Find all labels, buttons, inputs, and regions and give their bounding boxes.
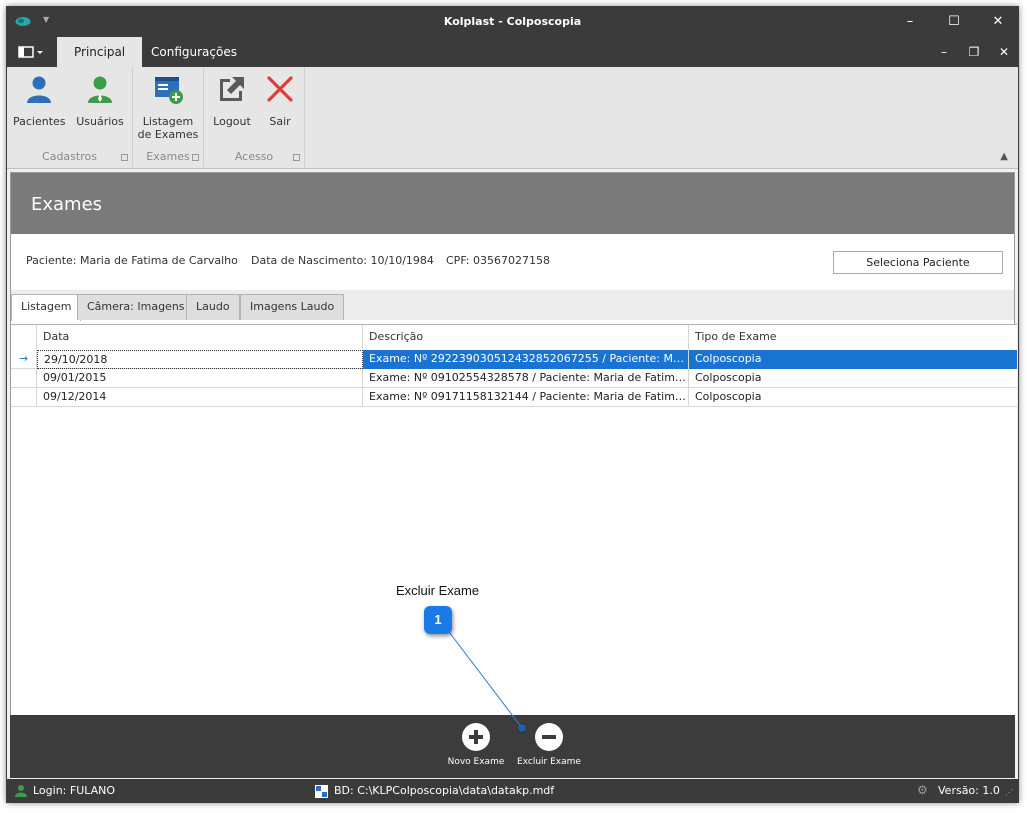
ribbon-tab-row: Principal Configurações – ❐ ✕ xyxy=(7,37,1018,67)
cell-data[interactable]: 29/10/2018 xyxy=(37,350,363,369)
ribbon-group-acesso: Logout Sair Acesso xyxy=(204,67,305,167)
select-patient-button[interactable]: Seleciona Paciente xyxy=(833,251,1003,274)
status-bar: Login: FULANO BD: C:\KLPColposcopia\data… xyxy=(7,779,1018,802)
database-icon xyxy=(315,785,328,798)
user-status-icon xyxy=(15,785,27,797)
ribbon-group-cadastros: Pacientes Usuários Cadastros xyxy=(7,67,133,167)
listagem-exames-button[interactable]: Listagem de Exames xyxy=(137,73,199,141)
exames-launcher-icon[interactable] xyxy=(192,154,199,161)
column-header-descricao[interactable]: Descrição xyxy=(363,325,689,349)
exam-list-add-icon xyxy=(155,77,183,104)
row-indicator-icon xyxy=(11,369,37,388)
window-title: Kolplast - Colposcopia xyxy=(443,15,582,28)
column-header-tipo[interactable]: Tipo de Exame xyxy=(689,325,1017,349)
ribbon: Pacientes Usuários Cadastros Listagem de… xyxy=(7,67,1018,169)
logout-icon xyxy=(220,77,244,101)
cell-tipo[interactable]: Colposcopia xyxy=(689,369,1017,388)
mdi-restore-button[interactable]: ❐ xyxy=(959,37,989,67)
exam-tabs: Listagem Câmera: Imagens Laudo Imagens L… xyxy=(11,290,1014,321)
listagem-exames-label: Listagem de Exames xyxy=(137,115,199,141)
row-indicator-icon xyxy=(11,388,37,407)
tab-imagens-laudo[interactable]: Imagens Laudo xyxy=(240,294,345,320)
cell-tipo[interactable]: Colposcopia xyxy=(689,388,1017,407)
row-indicator-icon: → xyxy=(11,350,37,369)
cadastros-launcher-icon[interactable] xyxy=(121,154,128,161)
maximize-button[interactable]: ☐ xyxy=(932,7,976,37)
gear-icon: ⚙ xyxy=(917,783,928,797)
table-row[interactable]: → 29/10/2018 Exame: Nº 29223903051243285… xyxy=(11,350,1017,369)
patient-birth-date: Data de Nascimento: 10/10/1984 xyxy=(251,254,434,267)
version-label: Versão: 1.0 xyxy=(938,784,1000,797)
ribbon-group-exames: Listagem de Exames Exames xyxy=(133,67,204,167)
tab-principal[interactable]: Principal xyxy=(57,37,143,67)
tab-laudo[interactable]: Laudo xyxy=(186,294,240,320)
close-red-icon xyxy=(267,76,293,102)
excluir-exame-button[interactable]: Excluir Exame xyxy=(516,723,582,767)
ribbon-collapse-icon[interactable]: ▲ xyxy=(1000,151,1008,162)
panel-header: Exames xyxy=(11,173,1014,234)
title-bar: ▼ Kolplast - Colposcopia – ☐ ✕ xyxy=(7,7,1018,37)
novo-exame-label: Novo Exame xyxy=(447,757,505,767)
login-status: Login: FULANO xyxy=(33,784,116,797)
callout-label: Excluir Exame xyxy=(396,583,480,598)
tab-camera-imagens[interactable]: Câmera: Imagens xyxy=(77,294,195,320)
excluir-exame-label: Excluir Exame xyxy=(517,757,581,767)
callout-badge: 1 xyxy=(424,606,452,634)
usuarios-label: Usuários xyxy=(76,115,124,128)
table-row[interactable]: 09/12/2014 Exame: Nº 09171158132144 / Pa… xyxy=(11,388,1017,407)
logout-label: Logout xyxy=(213,115,251,128)
cell-descricao[interactable]: Exame: Nº 09102554328578 / Paciente: Mar… xyxy=(363,369,689,388)
mdi-minimize-button[interactable]: – xyxy=(929,37,959,67)
tab-listagem[interactable]: Listagem xyxy=(11,294,82,321)
exames-panel: Exames Paciente: Maria de Fatima de Carv… xyxy=(10,172,1017,778)
database-path: BD: C:\KLPColposcopia\data\datakp.mdf xyxy=(334,784,555,797)
minimize-button[interactable]: – xyxy=(888,7,932,37)
novo-exame-button[interactable]: Novo Exame xyxy=(444,723,508,767)
cell-descricao[interactable]: Exame: Nº 09171158132144 / Paciente: Mar… xyxy=(363,388,689,407)
close-button[interactable]: ✕ xyxy=(976,7,1018,37)
app-menu-icon xyxy=(18,46,43,58)
sair-button[interactable]: Sair xyxy=(260,73,300,128)
patient-name: Paciente: Maria de Fatima de Carvalho xyxy=(26,254,238,267)
cell-descricao[interactable]: Exame: Nº 29223903051243285206725​5 / Pa… xyxy=(363,350,689,369)
cell-tipo[interactable]: Colposcopia xyxy=(689,350,1017,369)
acesso-caption: Acesso xyxy=(234,150,274,163)
tab-configuracoes[interactable]: Configurações xyxy=(134,37,254,67)
app-window: ▼ Kolplast - Colposcopia – ☐ ✕ Principal… xyxy=(6,6,1019,803)
mdi-close-button[interactable]: ✕ xyxy=(989,37,1018,67)
exams-grid: Data Descrição Tipo de Exame → 29/10/201… xyxy=(11,324,1017,720)
table-row[interactable]: 09/01/2015 Exame: Nº 09102554328578 / Pa… xyxy=(11,369,1017,388)
app-menu-button[interactable] xyxy=(13,43,47,61)
cell-data[interactable]: 09/12/2014 xyxy=(37,388,363,407)
plus-circle-icon xyxy=(462,723,490,751)
usuarios-button[interactable]: Usuários xyxy=(73,73,127,128)
patient-cpf: CPF: 03567027158 xyxy=(446,254,550,267)
column-header-data[interactable]: Data xyxy=(37,325,363,349)
cadastros-caption: Cadastros xyxy=(42,150,97,163)
logout-button[interactable]: Logout xyxy=(210,73,254,128)
user-icon xyxy=(27,76,51,103)
pacientes-label: Pacientes xyxy=(13,115,66,128)
minus-circle-icon xyxy=(535,723,563,751)
acesso-launcher-icon[interactable] xyxy=(293,154,300,161)
patient-info: Paciente: Maria de Fatima de Carvalho Da… xyxy=(11,234,1014,290)
pacientes-button[interactable]: Pacientes xyxy=(13,73,66,128)
cell-data[interactable]: 09/01/2015 xyxy=(37,369,363,388)
page-title: Exames xyxy=(31,194,103,215)
header-indicator xyxy=(11,325,37,349)
resize-grip-icon[interactable]: ⋰ xyxy=(1005,788,1013,797)
grid-header: Data Descrição Tipo de Exame xyxy=(11,325,1017,349)
bottom-toolbar: Novo Exame Excluir Exame xyxy=(10,715,1015,778)
sair-label: Sair xyxy=(269,115,291,128)
user-green-icon xyxy=(88,76,112,103)
